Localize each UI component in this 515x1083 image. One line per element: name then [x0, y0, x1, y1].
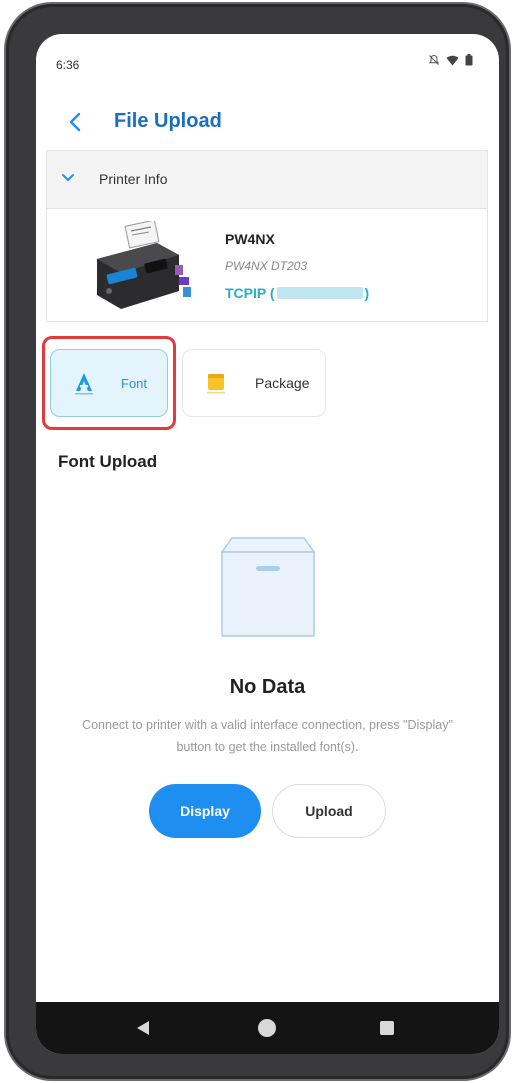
phone-frame: 6:36 File Upload Printer Info PW4NX PW4N… — [6, 4, 509, 1079]
back-arrow-icon[interactable] — [64, 108, 88, 136]
printer-info-toggle[interactable]: Printer Info — [47, 151, 487, 209]
empty-state-description: Connect to printer with a valid interfac… — [82, 718, 453, 754]
printer-info-label: Printer Info — [99, 171, 168, 187]
printer-details: PW4NX PW4NX DT203 TCPIP ( ) — [47, 209, 487, 321]
font-icon — [75, 373, 93, 395]
connection-suffix: ) — [364, 285, 370, 301]
app-screen: 6:36 File Upload Printer Info PW4NX PW4N… — [36, 34, 499, 1054]
page-title: File Upload — [114, 110, 222, 132]
empty-state-title: No Data — [229, 676, 306, 698]
status-time: 6:36 — [56, 58, 80, 72]
tab-package[interactable]: Package — [182, 349, 326, 417]
redacted-address — [276, 287, 363, 299]
printer-info-panel: Printer Info PW4NX PW4NX DT203 TCPIP () — [46, 150, 488, 322]
battery-icon — [465, 54, 473, 66]
section-title: Font Upload — [58, 452, 158, 471]
nav-home-icon[interactable] — [258, 1019, 276, 1037]
printer-model: PW4NX DT203 — [225, 259, 308, 273]
printer-image — [97, 221, 191, 309]
upload-button[interactable]: Upload — [272, 784, 386, 838]
printer-connection: TCPIP ( ) — [225, 285, 369, 301]
tab-font[interactable]: Font — [50, 349, 168, 417]
nav-recents-icon[interactable] — [380, 1021, 394, 1035]
package-icon — [207, 374, 225, 394]
chevron-down-icon — [62, 174, 74, 182]
tab-font-label: Font — [121, 375, 148, 391]
mute-icon — [428, 54, 440, 65]
printer-name: PW4NX — [225, 231, 275, 247]
status-bar: 6:36 — [36, 34, 499, 94]
nav-back-icon[interactable] — [136, 1020, 150, 1036]
display-button[interactable]: Display — [149, 784, 261, 838]
tab-package-label: Package — [255, 375, 310, 391]
system-nav-bar — [36, 1002, 499, 1054]
app-header: File Upload — [36, 100, 499, 144]
connection-prefix: TCPIP ( — [225, 285, 275, 301]
status-icons — [428, 54, 473, 66]
empty-box-icon — [220, 537, 316, 637]
wifi-icon — [446, 55, 459, 65]
